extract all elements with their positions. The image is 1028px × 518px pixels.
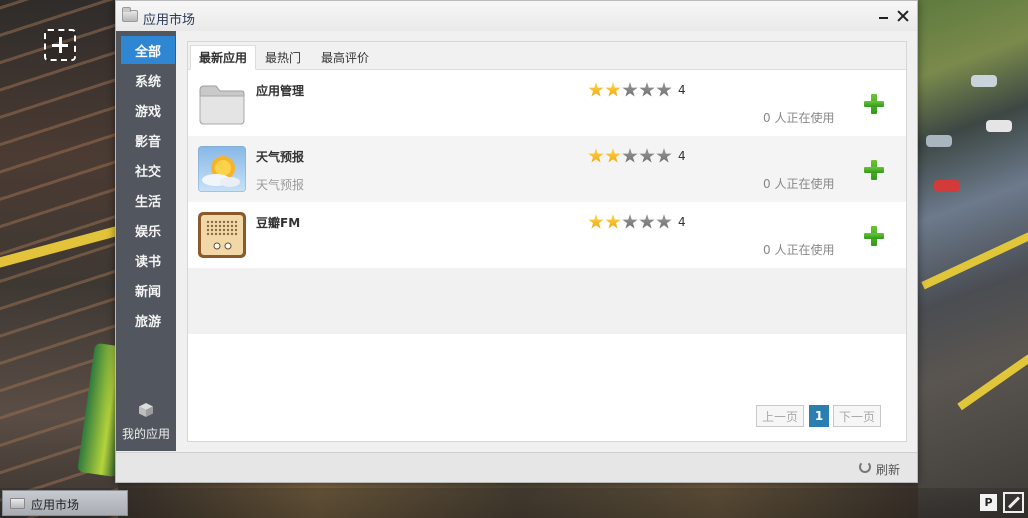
category-item-entertainment[interactable]: 娱乐 bbox=[121, 216, 175, 244]
app-list-panel: 最新应用 最热门 最高评价 应用管理 4 0 人正在使用 天气预报 天气预报 4… bbox=[187, 41, 907, 442]
star-icon bbox=[588, 82, 604, 97]
wallpaper-car bbox=[926, 135, 952, 147]
app-row[interactable]: 豆瓣FM 4 0 人正在使用 bbox=[188, 202, 906, 268]
category-item-system[interactable]: 系统 bbox=[121, 66, 175, 94]
star-icon bbox=[605, 82, 621, 97]
close-icon[interactable] bbox=[894, 7, 912, 25]
user-count: 0 人正在使用 bbox=[763, 243, 835, 257]
tab-hottest[interactable]: 最热门 bbox=[257, 45, 309, 70]
add-app-button[interactable] bbox=[863, 93, 885, 115]
star-icon bbox=[588, 148, 604, 163]
refresh-button[interactable]: 刷新 bbox=[859, 460, 909, 477]
plus-vertical bbox=[58, 37, 62, 53]
tab-label: 最新应用 bbox=[199, 51, 248, 65]
empty-row bbox=[188, 268, 906, 334]
category-label: 娱乐 bbox=[134, 224, 161, 240]
app-row[interactable]: 天气预报 天气预报 4 0 人正在使用 bbox=[188, 136, 906, 202]
radio-icon bbox=[198, 212, 246, 258]
category-sidebar: 全部 系统 游戏 影音 社交 生活 娱乐 读书 新闻 旅游 我的应用 bbox=[116, 31, 176, 451]
taskbar-item-app-market[interactable]: 应用市场 bbox=[2, 490, 128, 516]
wallpaper-right bbox=[916, 0, 1028, 518]
app-name: 天气预报 bbox=[256, 150, 305, 164]
tab-label: 最热门 bbox=[265, 51, 302, 65]
wallpaper-car bbox=[971, 75, 997, 87]
app-name: 应用管理 bbox=[256, 84, 305, 98]
tab-top-rated[interactable]: 最高评价 bbox=[313, 45, 377, 70]
category-label: 全部 bbox=[134, 44, 161, 60]
rating-number: 4 bbox=[678, 215, 686, 229]
star-icon bbox=[605, 148, 621, 163]
category-label: 社交 bbox=[134, 164, 161, 180]
category-item-reading[interactable]: 读书 bbox=[121, 246, 175, 274]
wallpaper-car bbox=[934, 180, 960, 192]
wallpaper-car bbox=[986, 120, 1012, 132]
taskbar: 应用市场 P bbox=[0, 488, 1028, 518]
star-icon bbox=[588, 214, 604, 229]
star-icon bbox=[656, 148, 672, 163]
category-item-news[interactable]: 新闻 bbox=[121, 276, 175, 304]
star-icon bbox=[639, 148, 655, 163]
star-icon bbox=[622, 148, 638, 163]
category-label: 游戏 bbox=[134, 104, 161, 120]
category-label: 读书 bbox=[134, 254, 161, 270]
star-icon bbox=[656, 82, 672, 97]
app-name: 豆瓣FM bbox=[256, 216, 301, 230]
minimize-icon[interactable] bbox=[876, 9, 892, 25]
category-item-social[interactable]: 社交 bbox=[121, 156, 175, 184]
tab-label: 最高评价 bbox=[321, 51, 370, 65]
my-apps-label: 我的应用 bbox=[121, 427, 170, 441]
app-market-window: 应用市场 全部 系统 游戏 影音 社交 生活 娱乐 读书 新闻 旅游 我的应用 … bbox=[115, 0, 918, 483]
star-icon bbox=[622, 214, 638, 229]
star-icon bbox=[622, 82, 638, 97]
current-page-button[interactable]: 1 bbox=[809, 405, 829, 427]
rating-number: 4 bbox=[678, 83, 686, 97]
category-label: 系统 bbox=[134, 74, 161, 90]
show-desktop-icon[interactable] bbox=[1003, 492, 1024, 513]
user-count: 0 人正在使用 bbox=[763, 111, 835, 125]
tab-bar: 最新应用 最热门 最高评价 bbox=[188, 42, 906, 70]
app-description: 天气预报 bbox=[256, 178, 305, 192]
category-item-media[interactable]: 影音 bbox=[121, 126, 175, 154]
category-item-life[interactable]: 生活 bbox=[121, 186, 175, 214]
wallpaper-road-line bbox=[957, 317, 1028, 411]
next-page-button[interactable]: 下一页 bbox=[833, 405, 881, 427]
tab-newest[interactable]: 最新应用 bbox=[190, 45, 257, 70]
user-count: 0 人正在使用 bbox=[763, 177, 835, 191]
star-icon bbox=[639, 82, 655, 97]
window-titlebar[interactable]: 应用市场 bbox=[116, 1, 917, 31]
category-label: 新闻 bbox=[134, 284, 161, 300]
refresh-icon bbox=[859, 461, 871, 473]
rating-number: 4 bbox=[678, 149, 686, 163]
category-item-all[interactable]: 全部 bbox=[121, 36, 175, 64]
star-icon bbox=[656, 214, 672, 229]
window-icon bbox=[122, 7, 138, 22]
weather-sun-icon bbox=[198, 146, 246, 192]
ime-icon[interactable]: P bbox=[979, 493, 998, 512]
category-label: 旅游 bbox=[134, 314, 161, 330]
star-icon bbox=[605, 214, 621, 229]
add-app-button[interactable] bbox=[863, 225, 885, 247]
refresh-label: 刷新 bbox=[876, 463, 901, 477]
window-footer: 刷新 bbox=[116, 452, 917, 482]
category-label: 影音 bbox=[134, 134, 161, 150]
category-item-travel[interactable]: 旅游 bbox=[121, 306, 175, 334]
add-app-button[interactable] bbox=[863, 159, 885, 181]
app-row[interactable]: 应用管理 4 0 人正在使用 bbox=[188, 70, 906, 136]
category-label: 生活 bbox=[134, 194, 161, 210]
wallpaper-road-line bbox=[921, 218, 1028, 290]
star-icon bbox=[639, 214, 655, 229]
window-icon bbox=[10, 498, 25, 509]
wallpaper-left bbox=[0, 0, 149, 518]
cube-icon bbox=[139, 403, 153, 417]
prev-page-button[interactable]: 上一页 bbox=[756, 405, 804, 427]
my-apps-button[interactable]: 我的应用 bbox=[116, 396, 176, 446]
folder-icon bbox=[199, 85, 245, 125]
add-app-icon[interactable] bbox=[44, 29, 76, 61]
taskbar-item-label: 应用市场 bbox=[31, 498, 80, 512]
window-title: 应用市场 bbox=[143, 13, 196, 28]
category-item-games[interactable]: 游戏 bbox=[121, 96, 175, 124]
